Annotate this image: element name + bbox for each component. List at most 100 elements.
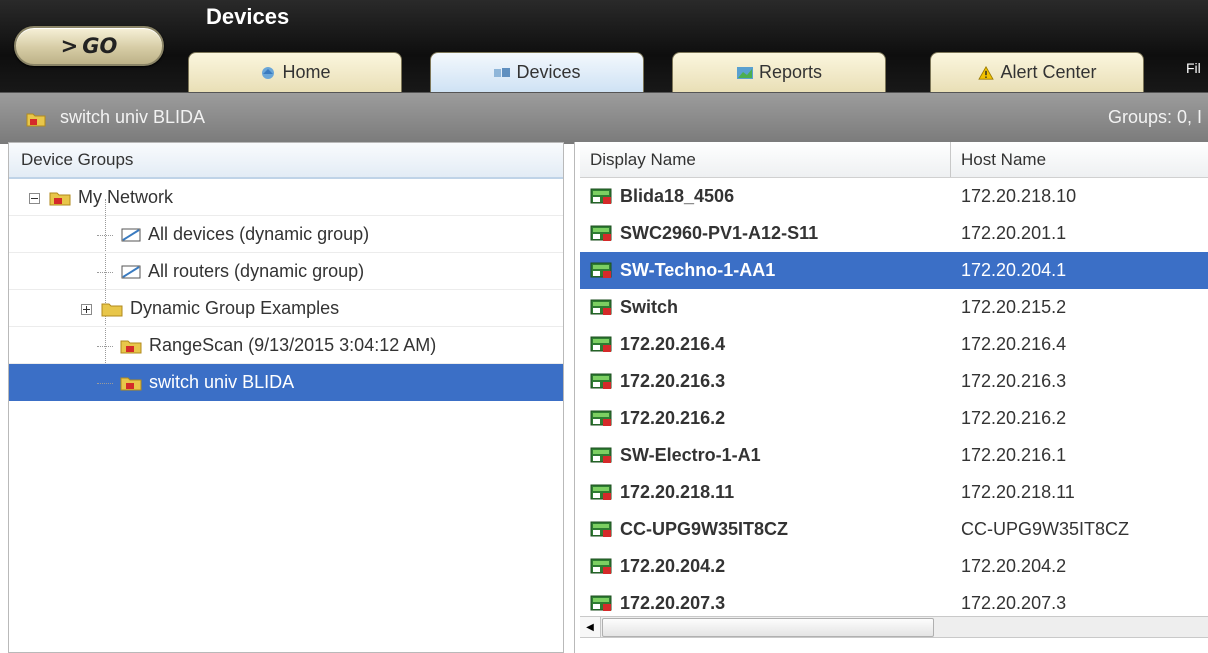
device-status-icon bbox=[590, 521, 612, 538]
tree-item-label: All devices (dynamic group) bbox=[148, 224, 370, 244]
device-status-icon bbox=[590, 299, 612, 316]
devices-icon bbox=[494, 67, 511, 77]
device-status-icon bbox=[590, 225, 612, 242]
device-status-icon bbox=[590, 410, 612, 427]
tree-item-label: All routers (dynamic group) bbox=[148, 261, 365, 281]
table-row[interactable]: 172.20.204.2 172.20.204.2 bbox=[580, 548, 1208, 585]
display-name-text: 172.20.216.4 bbox=[620, 334, 726, 354]
tree-connector bbox=[97, 271, 113, 273]
table-header: Display Name Host Name bbox=[580, 142, 1208, 178]
display-name-cell: CC-UPG9W35IT8CZ bbox=[580, 511, 951, 548]
device-status-icon bbox=[590, 262, 612, 279]
tree-item-label: Dynamic Group Examples bbox=[130, 298, 340, 318]
tab-home[interactable]: Home bbox=[188, 52, 402, 92]
display-name-text: 172.20.207.3 bbox=[620, 593, 726, 613]
display-name-cell: Switch bbox=[580, 289, 951, 326]
column-header-display-name[interactable]: Display Name bbox=[580, 142, 951, 177]
table-row[interactable]: 172.20.216.4 172.20.216.4 bbox=[580, 326, 1208, 363]
host-name-cell: 172.20.201.1 bbox=[961, 223, 1067, 243]
device-status-icon bbox=[590, 484, 612, 501]
display-name-cell: 172.20.204.2 bbox=[580, 548, 951, 585]
host-name-cell: 172.20.204.2 bbox=[961, 556, 1067, 576]
tree-item-dynamic-group-examples[interactable]: Dynamic Group Examples bbox=[9, 290, 563, 327]
groups-count: Groups: 0, I bbox=[1107, 107, 1202, 127]
collapse-icon[interactable] bbox=[29, 192, 40, 204]
device-status-icon bbox=[590, 373, 612, 390]
dynamic-group-icon bbox=[121, 228, 141, 242]
table-row[interactable]: SW-Electro-1-A1 172.20.216.1 bbox=[580, 437, 1208, 474]
dynamic-group-icon bbox=[121, 265, 141, 279]
table-row[interactable]: Blida18_4506 172.20.218.10 bbox=[580, 178, 1208, 215]
display-name-text: SWC2960-PV1-A12-S11 bbox=[620, 223, 819, 243]
devices-table-body: Blida18_4506 172.20.218.10 SWC2960-PV1-A12… bbox=[580, 178, 1208, 616]
tree-item-all-devices[interactable]: All devices (dynamic group) bbox=[9, 216, 563, 253]
display-name-cell: 172.20.216.3 bbox=[580, 363, 951, 400]
host-name-cell: 172.20.218.11 bbox=[961, 482, 1075, 502]
tab-home-label: Home bbox=[282, 62, 331, 82]
devices-table-panel: Display Name Host Name Blida18_4506 172.2… bbox=[574, 142, 1208, 653]
device-groups-panel: Device Groups My Network All devices (dy… bbox=[8, 142, 564, 653]
tab-alert-center[interactable]: Alert Center bbox=[930, 52, 1144, 92]
table-row[interactable]: 172.20.216.3 172.20.216.3 bbox=[580, 363, 1208, 400]
display-name-cell: 172.20.207.3 bbox=[580, 585, 951, 616]
folder-icon bbox=[101, 303, 123, 317]
tree-item-rangescan[interactable]: RangeScan (9/13/2015 3:04:12 AM) bbox=[9, 327, 563, 364]
display-name-text: SW-Electro-1-A1 bbox=[620, 445, 761, 465]
display-name-text: 172.20.216.2 bbox=[620, 408, 726, 428]
scrollbar-thumb[interactable] bbox=[602, 618, 934, 637]
display-name-text: CC-UPG9W35IT8CZ bbox=[620, 519, 789, 539]
tree-item-switch-univ-blida[interactable]: switch univ BLIDA bbox=[9, 364, 563, 401]
column-header-host-name[interactable]: Host Name bbox=[951, 142, 1208, 177]
group-folder-icon bbox=[120, 377, 142, 391]
display-name-cell: 172.20.216.4 bbox=[580, 326, 951, 363]
group-title-bar: switch univ BLIDA Groups: 0, I bbox=[0, 92, 1208, 144]
group-folder-icon bbox=[120, 340, 142, 354]
host-name-cell: 172.20.216.4 bbox=[961, 334, 1067, 354]
host-name-cell: 172.20.216.1 bbox=[961, 445, 1067, 465]
table-row[interactable]: 172.20.207.3 172.20.207.3 bbox=[580, 585, 1208, 616]
table-row[interactable]: 172.20.216.2 172.20.216.2 bbox=[580, 400, 1208, 437]
device-status-icon bbox=[590, 558, 612, 575]
table-row[interactable]: SW-Techno-1-AA1 172.20.204.1 bbox=[580, 252, 1208, 289]
tab-devices[interactable]: Devices bbox=[430, 52, 644, 92]
display-name-cell: 172.20.216.2 bbox=[580, 400, 951, 437]
host-name-cell: 172.20.215.2 bbox=[961, 297, 1067, 317]
table-row[interactable]: SWC2960-PV1-A12-S11 172.20.201.1 bbox=[580, 215, 1208, 252]
display-name-text: 172.20.204.2 bbox=[620, 556, 726, 576]
page-title: Devices bbox=[206, 4, 290, 29]
display-name-cell: SW-Techno-1-AA1 bbox=[580, 252, 951, 289]
host-name-cell: 172.20.216.2 bbox=[961, 408, 1067, 428]
device-status-icon bbox=[590, 447, 612, 464]
horizontal-scrollbar[interactable]: ◀ bbox=[580, 616, 1208, 638]
tree-item-label: RangeScan (9/13/2015 3:04:12 AM) bbox=[149, 335, 437, 355]
display-name-cell: SWC2960-PV1-A12-S11 bbox=[580, 215, 951, 252]
tree-item-my-network[interactable]: My Network bbox=[9, 179, 563, 216]
display-name-text: Switch bbox=[620, 297, 679, 317]
expand-icon[interactable] bbox=[81, 303, 92, 315]
device-groups-header: Device Groups bbox=[9, 143, 563, 179]
display-name-cell: Blida18_4506 bbox=[580, 178, 951, 215]
tree-item-all-routers[interactable]: All routers (dynamic group) bbox=[9, 253, 563, 290]
table-row[interactable]: 172.20.218.11 172.20.218.11 bbox=[580, 474, 1208, 511]
tree-connector bbox=[97, 234, 113, 236]
warning-icon bbox=[978, 65, 995, 80]
tab-reports[interactable]: Reports bbox=[672, 52, 886, 92]
group-folder-icon bbox=[26, 113, 46, 127]
display-name-text: Blida18_4506 bbox=[620, 186, 735, 206]
tree-connector bbox=[97, 382, 113, 384]
table-row[interactable]: Switch 172.20.215.2 bbox=[580, 289, 1208, 326]
group-title: switch univ BLIDA bbox=[60, 107, 206, 127]
app-header: > GO Devices Home Devices Reports Alert … bbox=[0, 0, 1208, 92]
chevron-right-icon: > bbox=[60, 34, 79, 58]
display-name-text: 172.20.218.11 bbox=[620, 482, 735, 502]
scroll-left-icon[interactable]: ◀ bbox=[580, 617, 601, 637]
table-row[interactable]: CC-UPG9W35IT8CZ CC-UPG9W35IT8CZ bbox=[580, 511, 1208, 548]
file-menu[interactable]: Fil bbox=[1186, 60, 1201, 76]
tree-item-label: My Network bbox=[78, 187, 174, 207]
tree-item-label: switch univ BLIDA bbox=[149, 372, 295, 392]
tab-reports-label: Reports bbox=[758, 62, 823, 82]
home-icon bbox=[262, 66, 275, 79]
go-button[interactable]: > GO bbox=[14, 26, 164, 66]
display-name-text: 172.20.216.3 bbox=[620, 371, 726, 391]
host-name-cell: 172.20.207.3 bbox=[961, 593, 1067, 613]
